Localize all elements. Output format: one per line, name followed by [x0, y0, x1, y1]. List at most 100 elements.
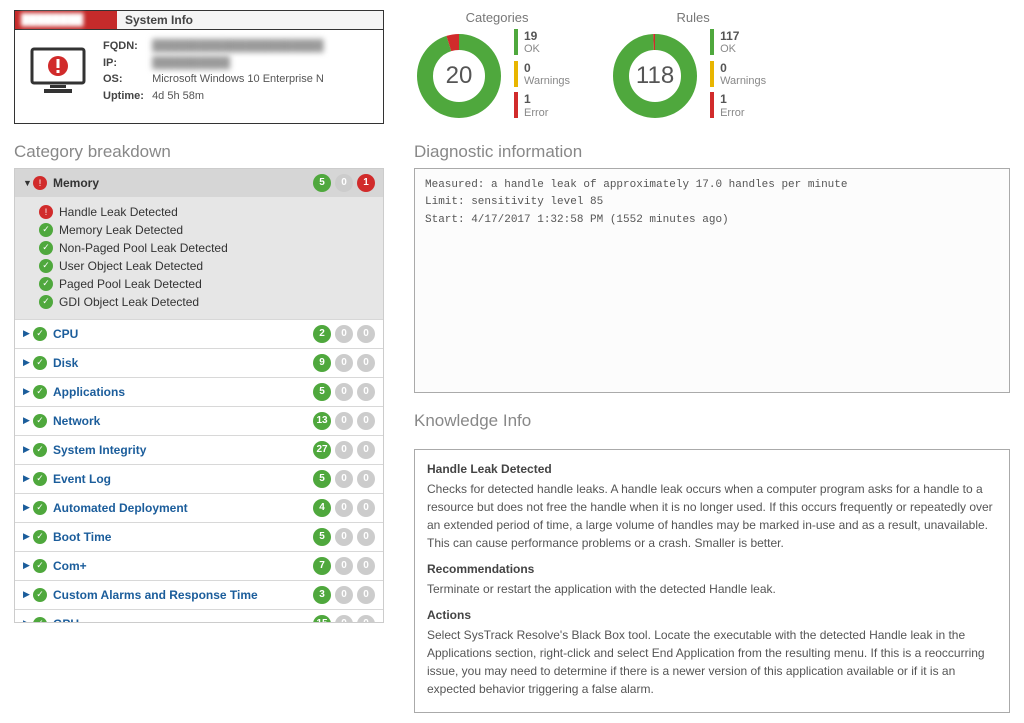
category-header[interactable]: ▶ ✓ Disk 900	[15, 349, 383, 377]
donut-total: 20	[414, 31, 504, 121]
category-header[interactable]: ▶ ✓ Event Log 500	[15, 465, 383, 493]
os-label: OS:	[103, 71, 149, 88]
category-header[interactable]: ▶ ✓ Automated Deployment 400	[15, 494, 383, 522]
category-header[interactable]: ▶ ✓ Network 1300	[15, 407, 383, 435]
status-icon: ✓	[33, 472, 47, 486]
kb-rec-heading: Recommendations	[427, 560, 997, 578]
category-name: Disk	[53, 356, 313, 370]
status-icon: !	[33, 176, 47, 190]
status-icon: ✓	[33, 443, 47, 457]
err-count-badge: 0	[357, 383, 375, 401]
donut-rules: Rules 118 117OK0Warnings1Error	[610, 10, 766, 124]
legend-count: 117	[720, 29, 739, 43]
status-icon: ✓	[33, 501, 47, 515]
category-row: ▶ ✓ Network 1300	[15, 407, 383, 436]
status-icon: ✓	[33, 530, 47, 544]
legend-count: 1	[720, 92, 744, 106]
category-header[interactable]: ▶ ✓ Applications 500	[15, 378, 383, 406]
rule-label: Non-Paged Pool Leak Detected	[59, 241, 228, 255]
category-header[interactable]: ▶ ✓ System Integrity 2700	[15, 436, 383, 464]
diag-line: Measured: a handle leak of approximately…	[425, 177, 999, 195]
system-info-fields: FQDN: ██████████████████████ IP: ███████…	[103, 38, 324, 104]
category-row: ▶ ✓ CPU 200	[15, 320, 383, 349]
category-row: ▶ ✓ Automated Deployment 400	[15, 494, 383, 523]
diag-line: Start: 4/17/2017 1:32:58 PM (1552 minute…	[425, 212, 999, 230]
donut-title: Rules	[610, 10, 766, 25]
category-row: ▶ ✓ Boot Time 500	[15, 523, 383, 552]
category-header[interactable]: ▶ ✓ GPU 1500	[15, 610, 383, 623]
donut-legend: 117OK0Warnings1Error	[710, 29, 766, 124]
system-info-title: System Info	[117, 11, 201, 29]
status-icon: ✓	[33, 356, 47, 370]
category-row: ▶ ✓ Applications 500	[15, 378, 383, 407]
category-name: Applications	[53, 385, 313, 399]
err-count-badge: 0	[357, 354, 375, 372]
category-row: ▼ ! Memory 501 !Handle Leak Detected✓Mem…	[15, 169, 383, 320]
ok-count-badge: 5	[313, 470, 331, 488]
ok-count-badge: 27	[313, 441, 331, 459]
category-name: Com+	[53, 559, 313, 573]
rule-item[interactable]: ✓Memory Leak Detected	[39, 221, 375, 239]
warn-count-badge: 0	[335, 441, 353, 459]
warn-count-badge: 0	[335, 528, 353, 546]
uptime-value: 4d 5h 58m	[152, 90, 204, 102]
warn-count-badge: 0	[335, 557, 353, 575]
expand-arrow-icon: ▶	[23, 502, 33, 513]
kb-rec: Terminate or restart the application wit…	[427, 580, 997, 598]
category-name: Boot Time	[53, 530, 313, 544]
legend-label: Error	[524, 107, 548, 120]
knowledge-title: Knowledge Info	[414, 411, 1010, 431]
ok-count-badge: 5	[313, 174, 331, 192]
expand-arrow-icon: ▶	[23, 473, 33, 484]
category-tree[interactable]: ▼ ! Memory 501 !Handle Leak Detected✓Mem…	[14, 168, 384, 623]
category-name: Network	[53, 414, 313, 428]
fqdn-value: ██████████████████████	[152, 38, 323, 55]
status-icon: ✓	[39, 241, 53, 255]
category-header[interactable]: ▶ ✓ CPU 200	[15, 320, 383, 348]
rule-item[interactable]: ✓ Paged Pool Leak Detected	[39, 275, 375, 293]
err-count-badge: 0	[357, 470, 375, 488]
status-icon: ✓	[39, 277, 53, 291]
category-name: System Integrity	[53, 443, 313, 457]
category-row: ▶ ✓ GPU 1500	[15, 610, 383, 623]
ip-value: ██████████	[152, 55, 230, 72]
err-count-badge: 0	[357, 441, 375, 459]
status-icon: !	[39, 205, 53, 219]
donut-chart: 118	[610, 31, 700, 121]
status-icon: ✓	[33, 414, 47, 428]
category-row: ▶ ✓ Custom Alarms and Response Time 300	[15, 581, 383, 610]
status-icon: ✓	[33, 385, 47, 399]
rule-label: Paged Pool Leak Detected	[59, 277, 202, 291]
warn-count-badge: 0	[335, 174, 353, 192]
kb-heading: Handle Leak Detected	[427, 460, 997, 478]
err-count-badge: 0	[357, 528, 375, 546]
category-name: Automated Deployment	[53, 501, 313, 515]
donut-chart: 20	[414, 31, 504, 121]
category-header[interactable]: ▶ ✓ Boot Time 500	[15, 523, 383, 551]
category-header[interactable]: ▶ ✓ Custom Alarms and Response Time 300	[15, 581, 383, 609]
rule-label: Memory Leak Detected	[59, 223, 183, 237]
expand-arrow-icon: ▶	[23, 531, 33, 542]
category-header[interactable]: ▶ ✓ Com+ 700	[15, 552, 383, 580]
diagnostic-title: Diagnostic information	[414, 142, 1010, 162]
err-count-badge: 0	[357, 586, 375, 604]
rule-item[interactable]: ! Handle Leak Detected	[39, 203, 375, 221]
category-row: ▶ ✓ Disk 900	[15, 349, 383, 378]
uptime-label: Uptime:	[103, 88, 149, 105]
warn-count-badge: 0	[335, 354, 353, 372]
rule-label: Handle Leak Detected	[59, 205, 178, 219]
expand-arrow-icon: ▶	[23, 415, 33, 426]
legend-label: OK	[524, 43, 540, 56]
legend-label: Error	[720, 107, 744, 120]
rule-item[interactable]: ✓GDI Object Leak Detected	[39, 293, 375, 311]
category-header[interactable]: ▼ ! Memory 501	[15, 169, 383, 197]
category-breakdown-title: Category breakdown	[14, 142, 384, 162]
expand-arrow-icon: ▶	[23, 328, 33, 339]
err-count-badge: 0	[357, 412, 375, 430]
expand-arrow-icon: ▶	[23, 589, 33, 600]
warn-count-badge: 0	[335, 499, 353, 517]
knowledge-box: Handle Leak Detected Checks for detected…	[414, 449, 1010, 713]
rule-item[interactable]: ✓User Object Leak Detected	[39, 257, 375, 275]
category-body: !Handle Leak Detected✓Memory Leak Detect…	[15, 197, 383, 319]
rule-item[interactable]: ✓ Non-Paged Pool Leak Detected	[39, 239, 375, 257]
